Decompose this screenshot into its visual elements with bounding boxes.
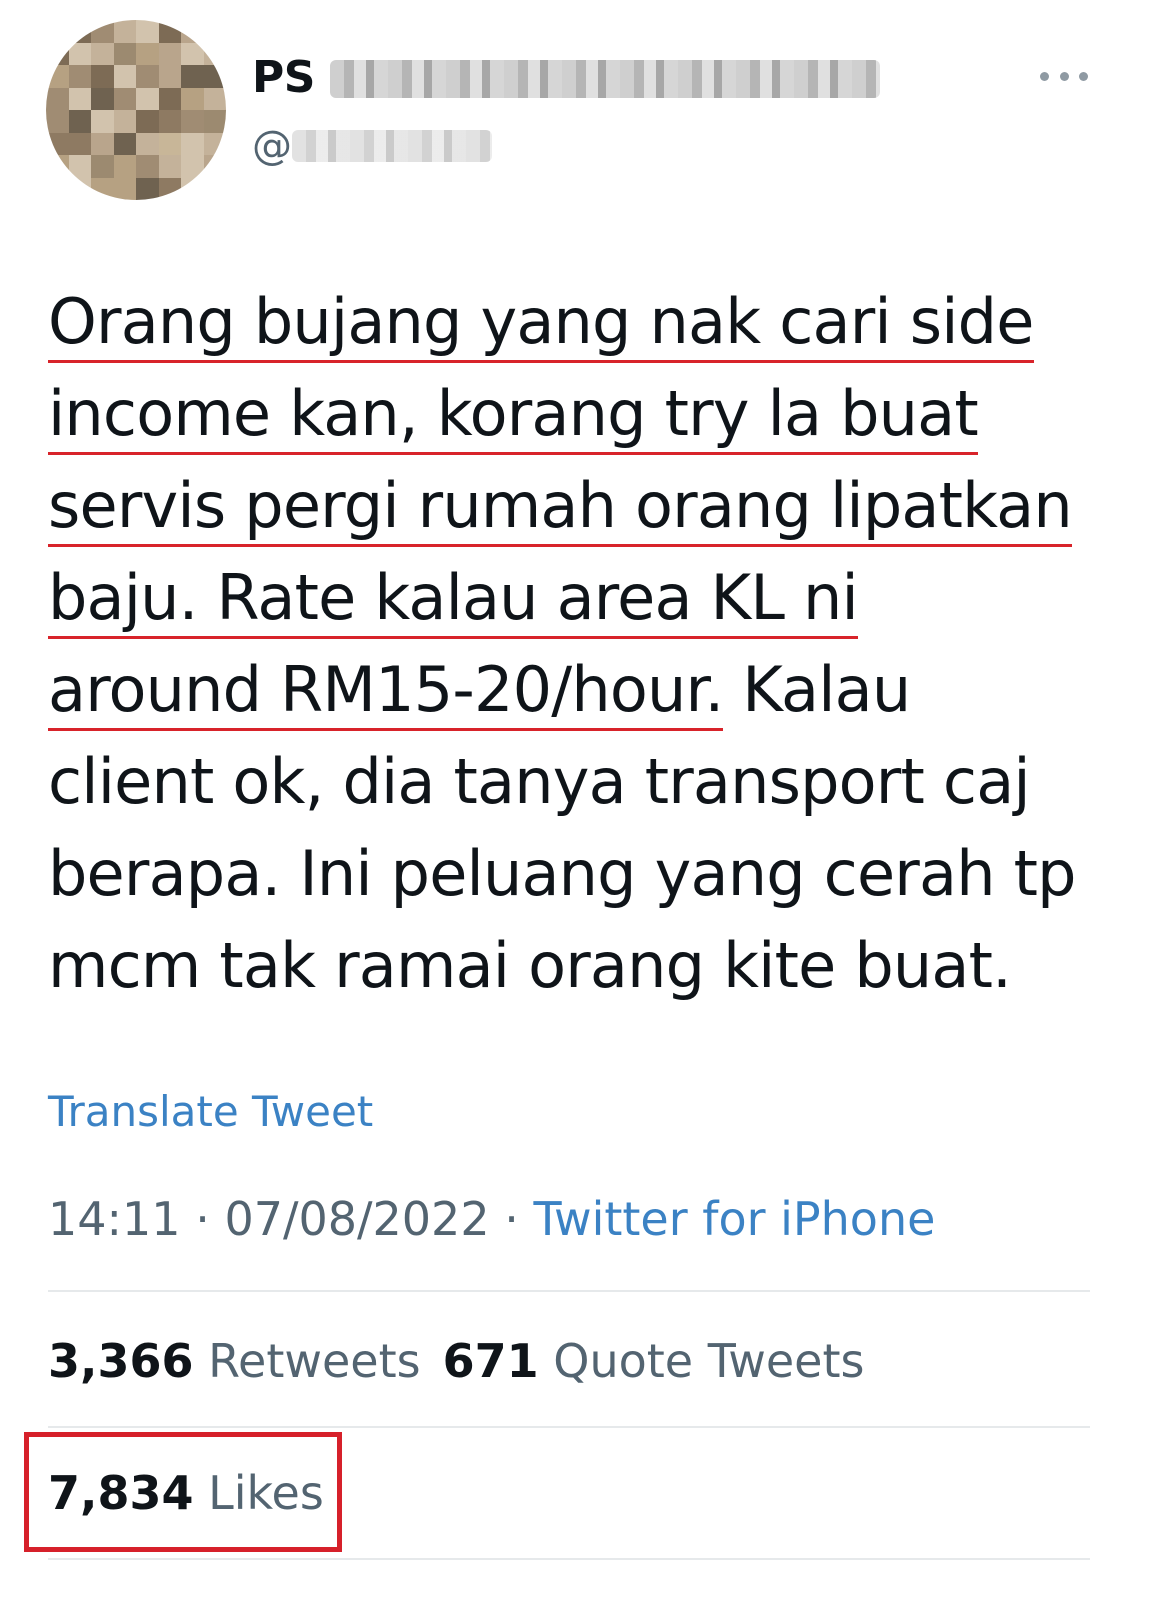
tweet-source-link[interactable]: Twitter for iPhone: [533, 1192, 935, 1246]
tweet-time[interactable]: 14:11: [48, 1192, 181, 1246]
avatar[interactable]: [46, 20, 226, 200]
plain-text: Kalau: [723, 653, 911, 726]
tweet-line: Orang bujang yang nak cari side: [48, 276, 1148, 368]
display-name[interactable]: PS: [252, 52, 315, 104]
handle[interactable]: @: [252, 122, 292, 170]
retweets-stat[interactable]: 3,366 Retweets: [48, 1334, 421, 1388]
retweets-count: 3,366: [48, 1334, 194, 1388]
tweet-line: berapa. Ini peluang yang cerah tp: [48, 837, 1076, 910]
quote-tweets-label: Quote Tweets: [553, 1334, 865, 1388]
tweet-line: client ok, dia tanya transport caj: [48, 745, 1031, 818]
divider: [48, 1426, 1090, 1428]
underlined-text: servis pergi rumah orang lipatkan: [48, 469, 1073, 547]
tweet-line: mcm tak ramai orang kite buat.: [48, 929, 1012, 1002]
quote-tweets-count: 671: [442, 1334, 539, 1388]
redacted-name: [330, 60, 880, 98]
more-horizontal-icon[interactable]: [1040, 64, 1088, 88]
underlined-text: baju. Rate kalau area KL ni: [48, 561, 859, 639]
underlined-text: Orang bujang yang nak cari side: [48, 285, 1034, 363]
engagement-stats: 3,366 Retweets 671 Quote Tweets: [48, 1332, 886, 1390]
tweet-text: Orang bujang yang nak cari side income k…: [48, 276, 1148, 1012]
tweet-date[interactable]: 07/08/2022: [224, 1192, 489, 1246]
tweet-line: baju. Rate kalau area KL ni: [48, 552, 1148, 644]
likes-highlight-box: [24, 1432, 342, 1552]
tweet-meta: 14:11 · 07/08/2022 · Twitter for iPhone: [48, 1190, 935, 1248]
meta-separator: ·: [180, 1192, 225, 1246]
underlined-text: around RM15-20/hour.: [48, 653, 724, 731]
tweet-card: PS @ Orang bujang yang nak cari side inc…: [0, 0, 1170, 1617]
tweet-line: income kan, korang try la buat: [48, 368, 1148, 460]
retweets-label: Retweets: [208, 1334, 421, 1388]
tweet-line: servis pergi rumah orang lipatkan: [48, 460, 1148, 552]
redacted-handle: [292, 130, 492, 162]
divider: [48, 1558, 1090, 1560]
meta-separator: ·: [489, 1192, 534, 1246]
underlined-text: income kan, korang try la buat: [48, 377, 979, 455]
divider: [48, 1290, 1090, 1292]
tweet-line: around RM15-20/hour. Kalau: [48, 644, 1148, 736]
translate-tweet-link[interactable]: Translate Tweet: [48, 1086, 373, 1138]
quote-tweets-stat[interactable]: 671 Quote Tweets: [443, 1334, 865, 1388]
